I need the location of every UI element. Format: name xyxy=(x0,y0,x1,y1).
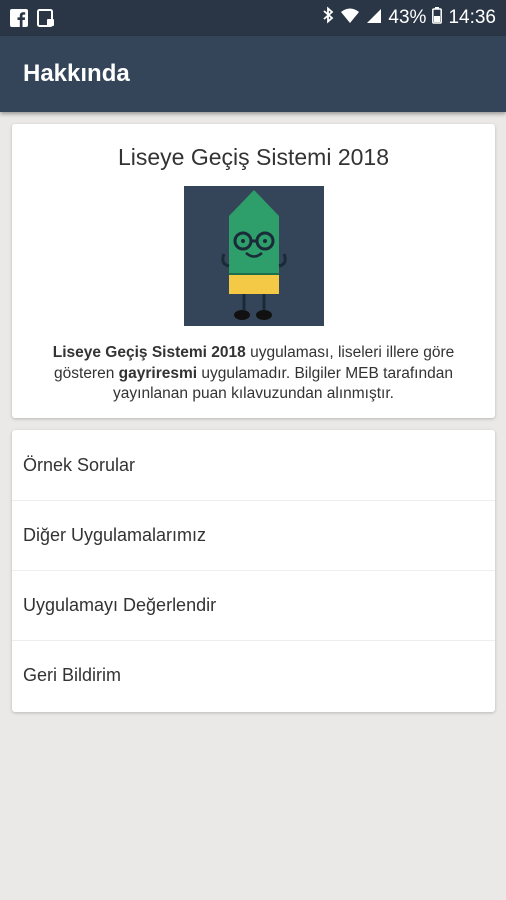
menu-item-rate-app[interactable]: Uygulamayı Değerlendir xyxy=(12,570,495,640)
signal-icon xyxy=(366,6,382,30)
menu-card: Örnek Sorular Diğer Uygulamalarımız Uygu… xyxy=(12,430,495,712)
app-description: Liseye Geçiş Sistemi 2018 uygulaması, li… xyxy=(30,343,477,405)
page-title: Hakkında xyxy=(23,60,130,87)
battery-percent: 43% xyxy=(388,7,427,28)
menu-item-other-apps[interactable]: Diğer Uygulamalarımız xyxy=(12,500,495,570)
wifi-icon xyxy=(340,6,360,30)
menu-item-sample-questions[interactable]: Örnek Sorular xyxy=(12,430,495,500)
app-title: Liseye Geçiş Sistemi 2018 xyxy=(117,144,389,170)
app-name-bold: Liseye Geçiş Sistemi 2018 xyxy=(52,344,246,361)
status-time: 14:36 xyxy=(448,7,496,28)
menu-item-feedback[interactable]: Geri Bildirim xyxy=(12,640,495,710)
app-logo xyxy=(184,186,324,326)
facebook-icon xyxy=(10,9,28,32)
about-card: Liseye Geçiş Sistemi 2018 Liseye Geçiş S… xyxy=(12,124,495,418)
unofficial-bold: gayriresmi xyxy=(118,364,198,382)
bluetooth-icon xyxy=(322,6,334,30)
app-bar: Hakkında xyxy=(0,36,506,112)
gallery-notification-icon xyxy=(37,9,55,32)
battery-icon xyxy=(432,6,443,30)
status-bar: 43% 14:36 xyxy=(0,0,506,36)
